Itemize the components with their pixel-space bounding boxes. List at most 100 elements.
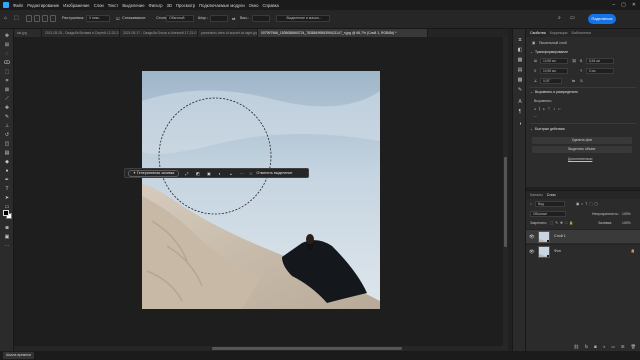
screen-mode-icon[interactable]: ▣ bbox=[3, 234, 11, 240]
workspace-icon[interactable]: ▭ bbox=[570, 15, 575, 21]
patterns-icon[interactable]: ▩ bbox=[517, 77, 523, 83]
blur-icon[interactable]: ◆ bbox=[3, 159, 11, 165]
fill-value[interactable]: 100% bbox=[622, 221, 631, 225]
chevron-down-icon[interactable]: ⌄ bbox=[530, 127, 533, 131]
x-field[interactable]: 10,98 см bbox=[540, 68, 568, 74]
filter-icons[interactable]: ▣◐T⬚▢ bbox=[576, 202, 600, 206]
chevron-down-icon[interactable]: ⌄ bbox=[530, 50, 533, 54]
vertical-scroll-thumb[interactable] bbox=[504, 157, 507, 247]
doc-tab[interactable]: panoramic-view-of-sunset-at-night.jpg bbox=[198, 29, 258, 37]
menu-type[interactable]: Текст bbox=[108, 3, 119, 8]
deselect-button[interactable]: Отменить выделение bbox=[256, 171, 292, 175]
color-icon[interactable]: ◧ bbox=[517, 47, 523, 53]
menu-image[interactable]: Изображение bbox=[63, 3, 89, 8]
blend-mode-select[interactable]: Обычные bbox=[530, 211, 566, 217]
layer-row[interactable]: 👁 Слой 1 bbox=[526, 229, 640, 243]
canvas-area[interactable] bbox=[14, 37, 508, 351]
menu-3d[interactable]: 3D bbox=[167, 3, 172, 8]
delete-layer-icon[interactable]: 🗑 bbox=[631, 344, 636, 349]
select-and-mask-button[interactable]: Выделение и маска... bbox=[276, 15, 330, 22]
adjustments-icon[interactable]: ◑ bbox=[517, 121, 523, 127]
height-field[interactable]: 6,94 см bbox=[586, 58, 614, 64]
brushes-icon[interactable]: ✎ bbox=[517, 87, 523, 93]
menu-help[interactable]: Справка bbox=[262, 3, 278, 8]
link-layers-icon[interactable]: ⛓ bbox=[574, 344, 579, 349]
generative-fill-button[interactable]: ✦ Генеративная заливка bbox=[128, 169, 180, 177]
menu-plugins[interactable]: Подключаемые модули bbox=[199, 3, 245, 8]
character-icon[interactable]: A bbox=[517, 99, 523, 105]
paragraph-icon[interactable]: ¶ bbox=[517, 109, 523, 115]
tab-layers[interactable]: Слои bbox=[547, 193, 556, 197]
tab-properties[interactable]: Свойства bbox=[530, 31, 546, 35]
marquee-preset-icon[interactable]: ⬚ bbox=[14, 15, 19, 21]
document-image[interactable] bbox=[142, 71, 380, 309]
intersect-selection-icon[interactable] bbox=[50, 15, 56, 22]
pen-icon[interactable]: ✒ bbox=[3, 177, 11, 183]
fx-icon[interactable]: fx bbox=[585, 344, 588, 349]
maximize-icon[interactable]: ▢ bbox=[621, 2, 626, 8]
vertical-scrollbar[interactable] bbox=[503, 37, 508, 346]
width-field[interactable]: 10,98 см bbox=[540, 58, 568, 64]
close-icon[interactable]: ✕ bbox=[632, 2, 636, 8]
select-subject-button[interactable]: Выделить объект bbox=[532, 146, 632, 153]
doc-tab[interactable]: 2021.05.25 - Свадьба Вслава и Сергей 12-… bbox=[42, 29, 120, 37]
menu-select[interactable]: Выделение bbox=[122, 3, 144, 8]
menu-edit[interactable]: Редактирование bbox=[27, 3, 59, 8]
feather-input[interactable]: 0 пикс. bbox=[86, 15, 110, 22]
menu-window[interactable]: Окно bbox=[249, 3, 259, 8]
deselect-icon[interactable]: ⤫ bbox=[247, 170, 254, 177]
tab-adjustments[interactable]: Коррекция bbox=[550, 31, 568, 35]
mask-icon[interactable]: ◩ bbox=[194, 170, 201, 177]
new-layer-icon[interactable]: ⊞ bbox=[621, 344, 625, 349]
swap-icon[interactable]: ⇄ bbox=[232, 16, 235, 21]
width-input[interactable] bbox=[210, 15, 228, 22]
y-field[interactable]: 0 см bbox=[586, 68, 614, 74]
healing-icon[interactable]: ✚ bbox=[3, 105, 11, 111]
crop-icon[interactable]: ⌗ bbox=[3, 78, 11, 84]
eraser-icon[interactable]: ◫ bbox=[3, 141, 11, 147]
fill-icon[interactable]: ◐ bbox=[216, 170, 223, 177]
history-brush-icon[interactable]: ↺ bbox=[3, 132, 11, 138]
new-group-icon[interactable]: ▭ bbox=[611, 344, 615, 349]
more-link[interactable]: Дополнительно bbox=[568, 157, 592, 161]
home-icon[interactable]: ⌂ bbox=[4, 15, 7, 21]
style-select[interactable]: Обычный bbox=[166, 15, 194, 22]
doc-tab[interactable]: ыи.jpg bbox=[14, 29, 42, 37]
lock-icons[interactable]: ⬚✎✥⛶🔒 bbox=[550, 221, 575, 225]
chevron-down-icon[interactable]: ⌄ bbox=[530, 90, 533, 94]
layer-row[interactable]: 👁 Фон 🔒 bbox=[526, 244, 640, 258]
brush-icon[interactable]: ✎ bbox=[3, 114, 11, 120]
invert-selection-icon[interactable]: ▣ bbox=[205, 170, 212, 177]
marquee-icon[interactable]: ◌ bbox=[3, 51, 11, 57]
flip-horizontal-icon[interactable]: ⇆ bbox=[572, 79, 575, 83]
gradients-icon[interactable]: ▤ bbox=[517, 67, 523, 73]
more-options-icon[interactable]: ⋯ bbox=[238, 170, 245, 177]
doc-tab[interactable]: 2021.05.17 - Свадьба Ольга и Алексей 17-… bbox=[120, 29, 198, 37]
opacity-value[interactable]: 100% bbox=[622, 212, 631, 216]
minimize-icon[interactable]: – bbox=[612, 2, 615, 8]
foreground-color-swatch[interactable] bbox=[3, 210, 9, 216]
gradient-icon[interactable]: ▤ bbox=[3, 150, 11, 156]
menu-file[interactable]: Файл bbox=[13, 3, 23, 8]
modify-selection-icon[interactable]: ⤢ bbox=[183, 170, 190, 177]
more-align-icon[interactable]: ⋯ bbox=[534, 115, 537, 119]
more-tools-icon[interactable]: ⋯ bbox=[3, 243, 11, 249]
height-input[interactable] bbox=[252, 15, 270, 22]
lock-icon[interactable]: 🔒 bbox=[631, 249, 635, 254]
remove-background-button[interactable]: Удалить фон bbox=[532, 137, 632, 144]
angle-field[interactable]: 0,00° bbox=[540, 78, 562, 84]
lasso-icon[interactable]: ↀ bbox=[3, 60, 11, 66]
antialias-checkbox-icon[interactable]: ☑ bbox=[116, 16, 119, 21]
share-button[interactable]: Поделиться bbox=[588, 14, 616, 24]
add-mask-icon[interactable]: ◙ bbox=[594, 344, 597, 349]
adjustment-layer-icon[interactable]: ◑ bbox=[603, 344, 606, 349]
tab-channels[interactable]: Каналы bbox=[530, 193, 543, 197]
add-selection-icon[interactable] bbox=[34, 15, 40, 22]
new-selection-icon[interactable] bbox=[26, 15, 32, 22]
menu-view[interactable]: Просмотр bbox=[176, 3, 195, 8]
subtract-selection-icon[interactable] bbox=[42, 15, 48, 22]
timeline-button[interactable]: Шкала времени bbox=[3, 352, 34, 359]
doc-tab-active[interactable]: 007997966_1535088660724_7838849955399421… bbox=[258, 29, 428, 37]
type-icon[interactable]: T bbox=[3, 186, 11, 192]
path-select-icon[interactable]: ➤ bbox=[3, 195, 11, 201]
